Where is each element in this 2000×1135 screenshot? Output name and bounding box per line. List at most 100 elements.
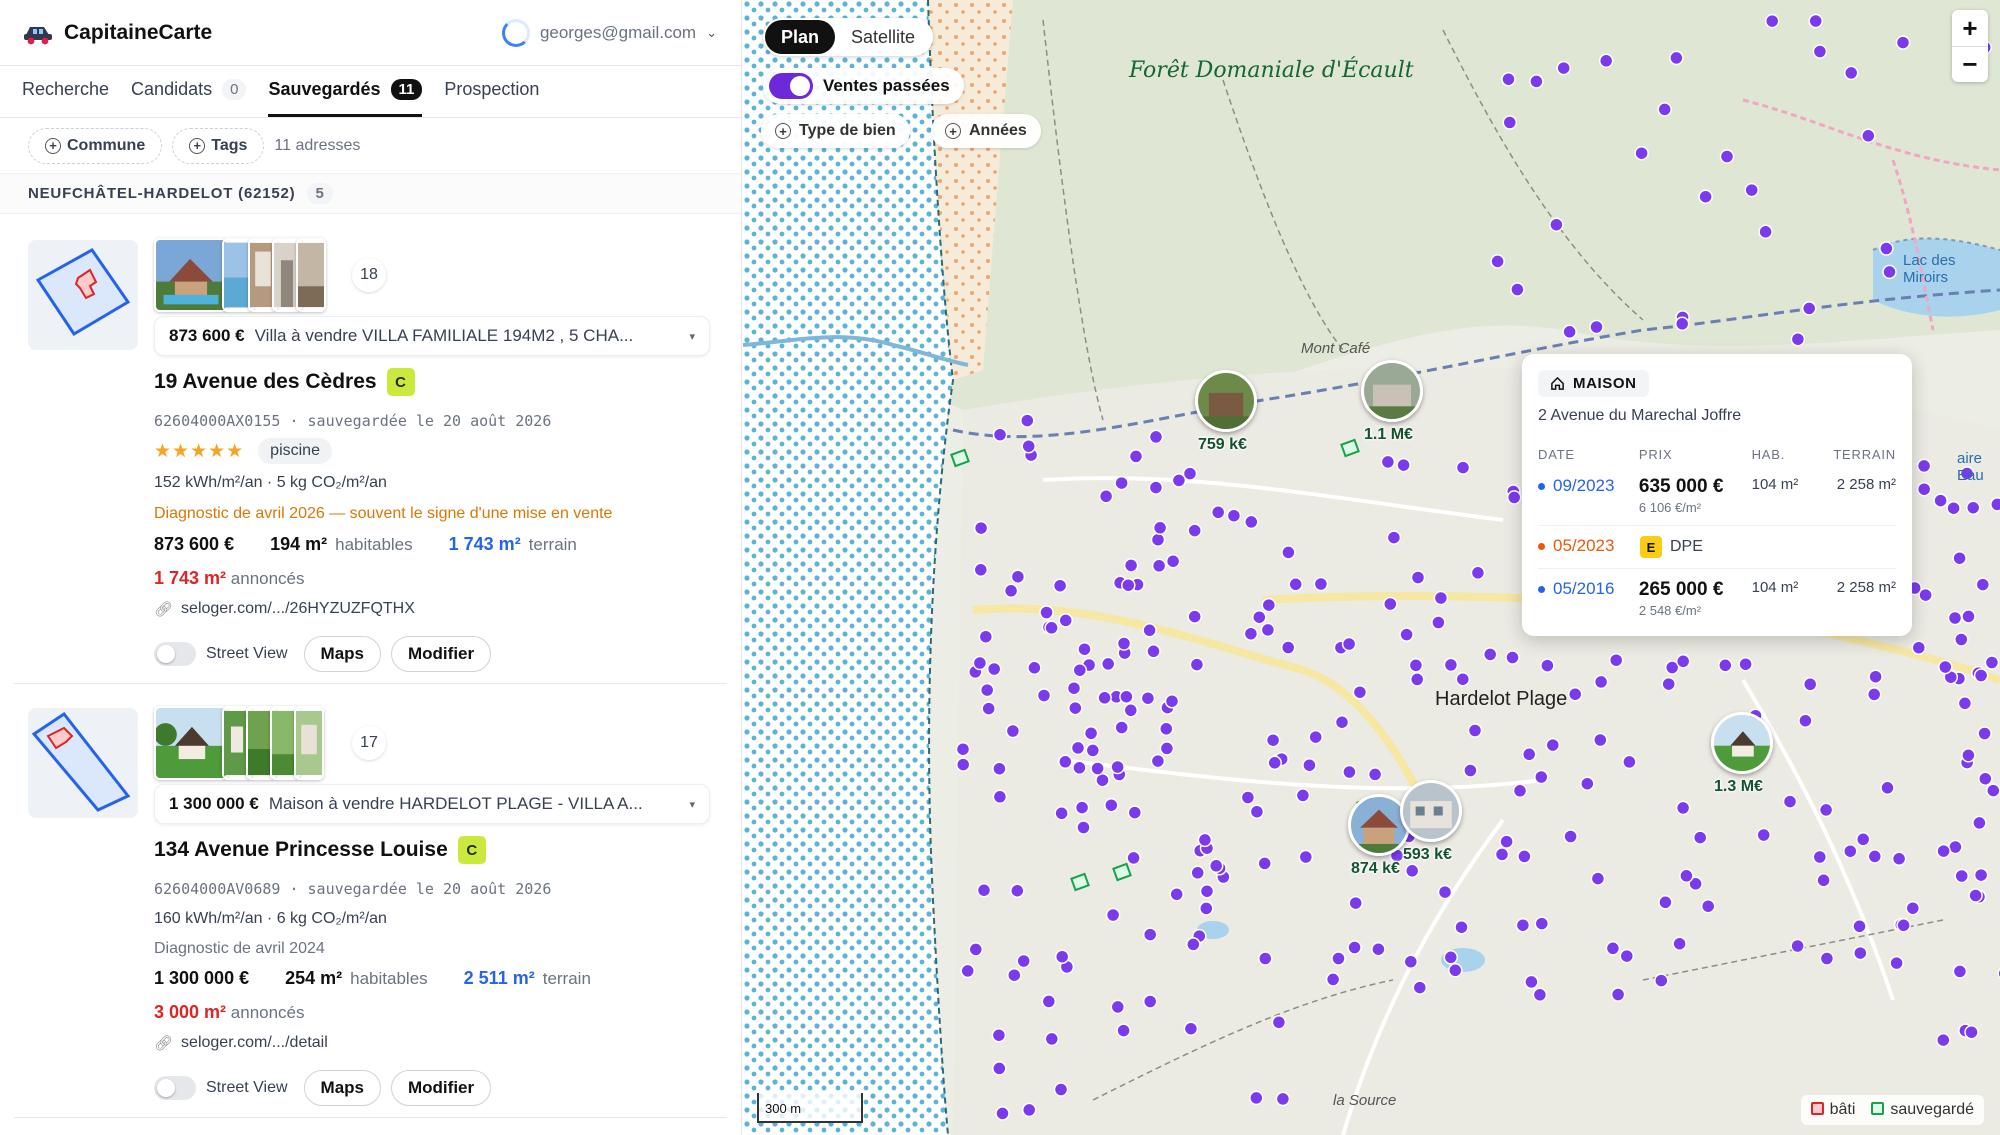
past-sale-marker[interactable] — [1288, 577, 1303, 592]
past-sale-marker[interactable] — [1265, 732, 1281, 748]
past-sale-marker[interactable] — [1433, 590, 1449, 606]
commune-filter-chip[interactable]: + Commune — [28, 127, 163, 164]
past-sale-marker[interactable] — [1197, 832, 1213, 848]
past-sale-marker[interactable] — [1954, 632, 1969, 647]
brand[interactable]: CapitaineCarte — [22, 21, 212, 45]
past-sale-marker[interactable] — [1889, 955, 1904, 971]
past-sale-marker[interactable] — [1271, 1015, 1287, 1030]
past-sale-marker[interactable] — [1244, 514, 1259, 530]
past-sale-marker[interactable] — [1463, 763, 1478, 778]
past-sale-marker[interactable] — [1431, 615, 1446, 630]
past-sale-marker[interactable] — [1973, 668, 1989, 683]
past-sale-marker[interactable] — [1189, 657, 1205, 672]
past-sale-marker[interactable] — [1619, 948, 1635, 964]
pin-price-label[interactable]: 593 k€ — [1403, 846, 1452, 864]
past-sale-marker[interactable] — [1021, 1102, 1037, 1118]
past-sale-marker[interactable] — [1226, 508, 1242, 523]
past-sale-marker[interactable] — [1260, 622, 1276, 638]
past-sale-marker[interactable] — [1718, 658, 1733, 673]
past-sale-marker[interactable] — [1267, 755, 1282, 771]
past-sale-marker[interactable] — [1058, 613, 1073, 628]
past-sale-marker[interactable] — [1295, 788, 1311, 803]
group-header[interactable]: NEUFCHÂTEL-HARDELOT (62152) 5 — [0, 174, 741, 214]
past-sale-marker[interactable] — [1758, 224, 1773, 240]
star-rating[interactable]: ★★★★★ — [154, 440, 244, 463]
past-sale-marker[interactable] — [1152, 520, 1168, 536]
past-sale-marker[interactable] — [1961, 748, 1976, 763]
past-sale-marker[interactable] — [1866, 687, 1882, 702]
past-sale-marker[interactable] — [1532, 987, 1548, 1003]
past-sale-marker[interactable] — [1151, 558, 1167, 574]
past-sale-marker[interactable] — [995, 1106, 1010, 1121]
past-sale-marker[interactable] — [1097, 690, 1112, 706]
tag-pill[interactable]: piscine — [258, 438, 332, 464]
past-sale-marker[interactable] — [1105, 907, 1121, 923]
past-sale-marker[interactable] — [1957, 696, 1973, 711]
photo-strip[interactable] — [154, 706, 324, 780]
past-sale-marker[interactable] — [1298, 849, 1314, 865]
past-sale-marker[interactable] — [1973, 867, 1989, 883]
past-sale-marker[interactable] — [1142, 994, 1158, 1009]
past-sale-marker[interactable] — [1895, 35, 1911, 50]
property-photo-pin[interactable] — [1711, 712, 1773, 774]
past-sale-marker[interactable] — [1529, 74, 1544, 89]
past-sale-marker[interactable] — [1698, 189, 1713, 204]
past-sale-marker[interactable] — [1016, 953, 1031, 969]
property-photo-pin[interactable] — [1195, 370, 1257, 432]
property-photo-pin[interactable] — [1400, 780, 1462, 842]
plan-mode-button[interactable]: Plan — [765, 20, 836, 54]
past-sale-marker[interactable] — [1123, 703, 1139, 718]
saved-property-card[interactable]: 17 1 300 000 € Maison à vendre HARDELOT … — [14, 684, 727, 1118]
past-sale-marker[interactable] — [1905, 900, 1921, 916]
past-sale-marker[interactable] — [1142, 623, 1157, 638]
past-sale-marker[interactable] — [1003, 583, 1019, 599]
past-sale-marker[interactable] — [1819, 951, 1835, 966]
past-sale-marker[interactable] — [1347, 940, 1362, 955]
past-sale-marker[interactable] — [1148, 480, 1164, 495]
past-sale-marker[interactable] — [1654, 973, 1669, 988]
past-sale-marker[interactable] — [1116, 1023, 1131, 1038]
past-sale-marker[interactable] — [1104, 797, 1119, 813]
past-sale-marker[interactable] — [1448, 963, 1463, 978]
past-sale-marker[interactable] — [1352, 684, 1368, 700]
past-sale-marker[interactable] — [1007, 967, 1022, 983]
past-sale-marker[interactable] — [1936, 843, 1951, 859]
past-sale-marker[interactable] — [1593, 732, 1608, 748]
past-sale-marker[interactable] — [992, 761, 1007, 776]
past-sale-marker[interactable] — [1634, 145, 1649, 161]
past-sale-marker[interactable] — [1054, 949, 1070, 964]
past-sale-marker[interactable] — [1148, 429, 1164, 445]
past-sale-marker[interactable] — [1044, 1031, 1060, 1047]
past-sale-marker[interactable] — [1121, 577, 1136, 593]
past-sale-marker[interactable] — [1605, 941, 1621, 956]
past-sale-marker[interactable] — [1470, 565, 1486, 581]
past-sale-marker[interactable] — [1608, 652, 1624, 668]
past-sale-marker[interactable] — [1165, 553, 1181, 569]
past-sale-marker[interactable] — [1593, 674, 1609, 690]
past-sale-marker[interactable] — [1938, 659, 1953, 675]
past-sale-marker[interactable] — [1171, 473, 1187, 488]
past-sale-marker[interactable] — [1383, 596, 1398, 612]
past-sale-marker[interactable] — [1367, 767, 1383, 782]
property-type-filter[interactable]: + Type de bien — [761, 114, 910, 148]
past-sale-marker[interactable] — [1074, 800, 1090, 815]
past-sale-marker[interactable] — [1911, 640, 1927, 655]
edit-button[interactable]: Modifier — [391, 636, 492, 672]
past-sale-marker[interactable] — [1843, 843, 1858, 859]
past-sale-marker[interactable] — [1549, 217, 1564, 232]
past-sale-marker[interactable] — [1936, 1032, 1951, 1048]
past-sale-marker[interactable] — [1802, 677, 1818, 692]
pin-price-label[interactable]: 1.1 M€ — [1364, 426, 1413, 444]
past-sale-marker[interactable] — [1190, 865, 1205, 881]
past-sale-marker[interactable] — [1210, 505, 1226, 520]
street-view-toggle[interactable] — [154, 1076, 196, 1100]
past-sale-marker[interactable] — [1521, 747, 1537, 762]
zoom-in-button[interactable]: + — [1952, 10, 1988, 46]
past-sale-marker[interactable] — [978, 629, 994, 644]
past-sale-marker[interactable] — [1510, 282, 1525, 297]
tags-filter-chip[interactable]: + Tags — [172, 127, 265, 164]
past-sale-marker[interactable] — [1674, 316, 1690, 332]
past-sale-marker[interactable] — [1010, 883, 1025, 898]
past-sale-marker[interactable] — [1077, 641, 1092, 657]
past-sale-marker[interactable] — [1990, 497, 2000, 512]
